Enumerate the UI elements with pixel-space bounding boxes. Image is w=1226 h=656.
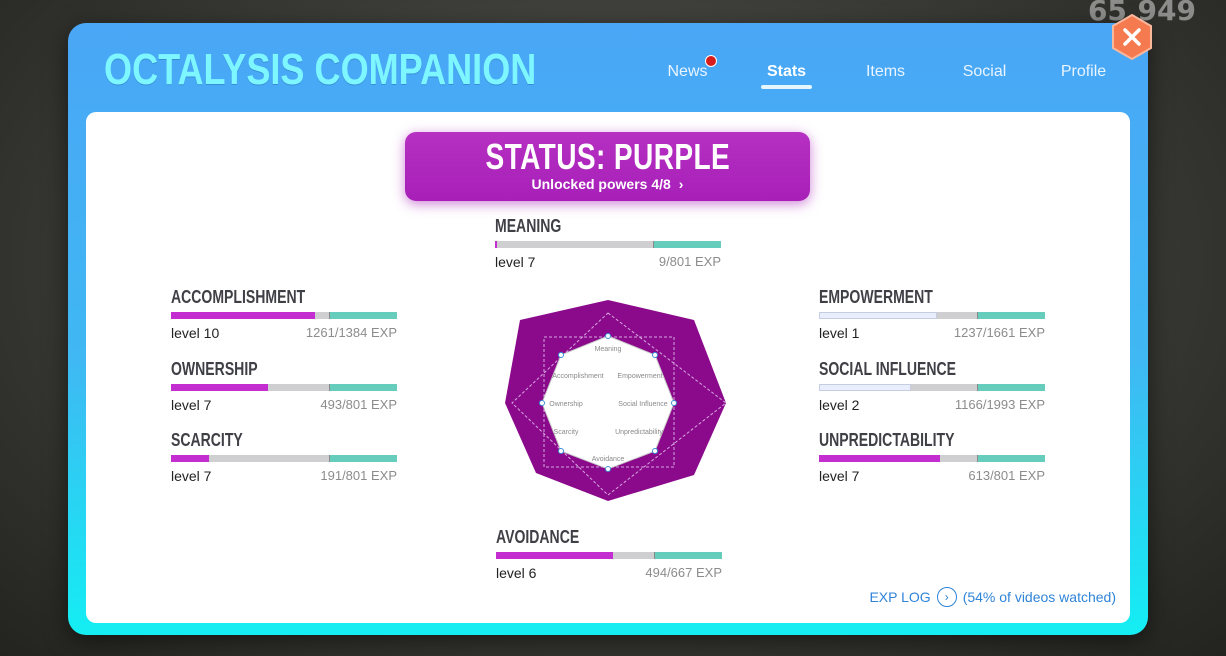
stat-exp: 9/801 EXP (658, 254, 721, 269)
stat-empowerment: EMPOWERMENT level 1 1237/1661 EXP (819, 287, 1045, 341)
stat-name: EMPOWERMENT (819, 287, 933, 307)
stat-name: AVOIDANCE (496, 527, 580, 547)
tab-label: Items (865, 63, 906, 80)
stat-unpredictability: UNPREDICTABILITY level 7 613/801 EXP (819, 430, 1045, 484)
exp-bar-fill (495, 241, 497, 248)
exp-bar-fill (496, 552, 613, 559)
tab-profile[interactable]: Profile (1034, 63, 1133, 89)
tab-label: Profile (1060, 63, 1107, 80)
exp-bar-segment (329, 384, 397, 391)
app-title: OCTALYSIS COMPANION (104, 45, 537, 94)
radar-label-social-influence: Social Influence (618, 401, 668, 408)
close-button[interactable] (1108, 13, 1156, 61)
stat-avoidance: AVOIDANCE level 6 494/667 EXP (496, 527, 722, 581)
status-button[interactable]: STATUS: PURPLE Unlocked powers 4/8 › (405, 132, 810, 201)
stat-exp: 1261/1384 EXP (305, 325, 397, 340)
exp-bar-fill (171, 312, 315, 319)
exp-bar-segment (654, 552, 722, 559)
stat-name: UNPREDICTABILITY (819, 430, 955, 450)
exp-bar-segment (977, 384, 1045, 391)
notification-dot (705, 55, 717, 67)
radar-point (605, 466, 611, 472)
exp-bar (819, 384, 1045, 391)
exp-bar-fill (819, 455, 940, 462)
radar-label-avoidance: Avoidance (592, 456, 625, 463)
exp-bar (495, 241, 721, 248)
status-subtitle: Unlocked powers 4/8 › (405, 176, 810, 192)
stat-exp: 493/801 EXP (320, 397, 397, 412)
stat-ownership: OWNERSHIP level 7 493/801 EXP (171, 359, 397, 413)
exp-bar (819, 312, 1045, 319)
stat-meaning: MEANING level 7 9/801 EXP (495, 216, 721, 270)
stat-exp: 494/667 EXP (645, 565, 722, 580)
exp-bar-segment (329, 455, 397, 462)
radar-point (605, 333, 611, 339)
stat-name: SOCIAL INFLUENCE (819, 359, 957, 379)
exp-bar-segment (653, 241, 721, 248)
stat-social-influence: SOCIAL INFLUENCE level 2 1166/1993 EXP (819, 359, 1045, 413)
stat-level: level 7 (171, 468, 212, 484)
chevron-right-icon: › (936, 587, 957, 607)
exp-bar (819, 455, 1045, 462)
radar-label-accomplishment: Accomplishment (552, 373, 603, 380)
radar-point (558, 352, 564, 358)
videos-watched: (54% of videos watched) (962, 589, 1116, 605)
stat-level: level 7 (171, 397, 212, 413)
stat-name: OWNERSHIP (171, 359, 258, 379)
exp-bar-fill (819, 312, 937, 319)
exp-bar-segment (329, 312, 397, 319)
stat-level: level 1 (819, 325, 860, 341)
exp-bar-fill (819, 384, 911, 391)
tab-news[interactable]: News (638, 55, 737, 89)
stat-accomplishment: ACCOMPLISHMENT level 10 1261/1384 EXP (171, 287, 397, 341)
exp-bar-segment (977, 455, 1045, 462)
exp-bar-fill (171, 384, 268, 391)
radar-point (652, 448, 658, 454)
radar-label-ownership: Ownership (549, 401, 583, 408)
tab-label: Stats (766, 63, 807, 80)
stat-name: MEANING (495, 216, 562, 236)
chevron-right-icon: › (678, 176, 684, 192)
radar-point (671, 400, 677, 406)
stat-level: level 6 (496, 565, 537, 581)
status-title: STATUS: PURPLE (485, 136, 730, 177)
exp-bar-fill (171, 455, 209, 462)
stats-panel: STATUS: PURPLE Unlocked powers 4/8 › MEAN… (86, 112, 1130, 623)
companion-modal: OCTALYSIS COMPANION News Stats Items Soc… (68, 13, 1152, 635)
radar-point (539, 400, 545, 406)
stat-scarcity: SCARCITY level 7 191/801 EXP (171, 430, 397, 484)
tab-label: Social (962, 63, 1007, 80)
exp-log-link[interactable]: EXP LOG › (54% of videos watched) (869, 587, 1116, 607)
close-icon (1112, 13, 1152, 61)
exp-bar (496, 552, 722, 559)
radar-label-empowerment: Empowerment (617, 373, 662, 380)
radar-point (652, 352, 658, 358)
tab-stats[interactable]: Stats (737, 63, 836, 89)
radar-label-scarcity: Scarcity (554, 429, 579, 436)
stat-level: level 7 (495, 254, 536, 270)
stat-level: level 10 (171, 325, 220, 341)
exp-log-label: EXP LOG (869, 589, 931, 605)
stat-exp: 191/801 EXP (320, 468, 397, 483)
stat-level: level 2 (819, 397, 860, 413)
tab-social[interactable]: Social (935, 63, 1034, 89)
radar-point (558, 448, 564, 454)
exp-bar (171, 384, 397, 391)
octalysis-radar: Meaning Accomplishment Empowerment Owner… (505, 300, 727, 501)
stat-name: SCARCITY (171, 430, 243, 450)
exp-bar (171, 312, 397, 319)
stat-exp: 1237/1661 EXP (953, 325, 1045, 340)
unlocked-powers-label: Unlocked powers 4/8 (531, 176, 671, 192)
tab-label: News (667, 63, 708, 80)
exp-bar (171, 455, 397, 462)
stat-level: level 7 (819, 468, 860, 484)
exp-bar-segment (977, 312, 1045, 319)
nav-tabs: News Stats Items Social Profile (638, 55, 1133, 89)
radar-label-unpredictability: Unpredictability (615, 429, 663, 436)
tab-items[interactable]: Items (836, 63, 935, 89)
radar-label-meaning: Meaning (595, 346, 622, 353)
stat-name: ACCOMPLISHMENT (171, 287, 306, 307)
stat-exp: 613/801 EXP (968, 468, 1045, 483)
stat-exp: 1166/1993 EXP (954, 397, 1045, 412)
